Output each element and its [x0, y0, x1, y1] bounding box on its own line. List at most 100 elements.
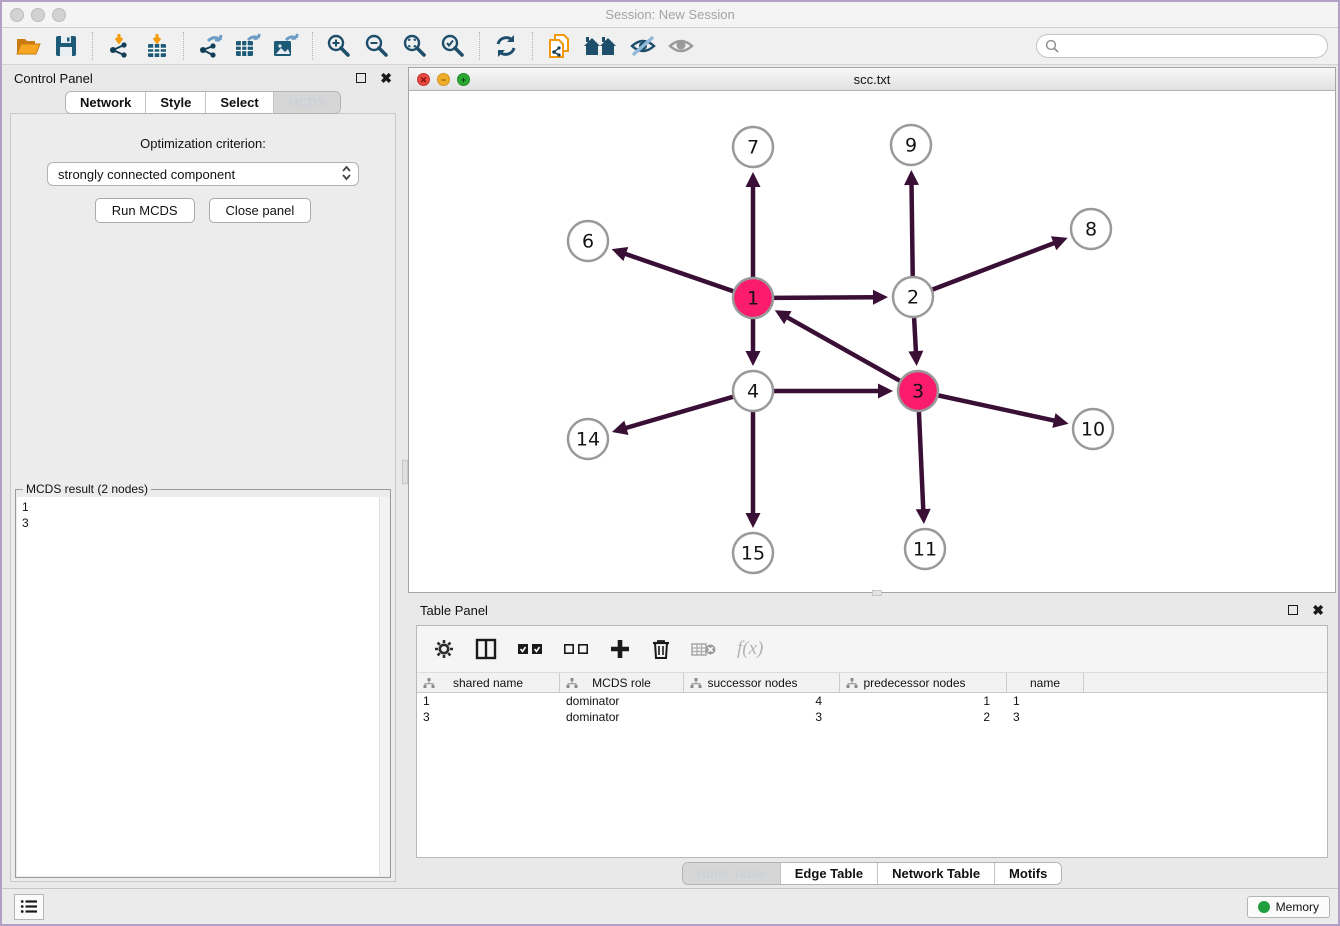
column-header-shared-name[interactable]: shared name	[417, 673, 560, 692]
tab-mcds[interactable]: MCDS	[273, 92, 340, 113]
table-cell[interactable]: 3	[1007, 709, 1084, 725]
graph-node-2[interactable]: 2	[893, 277, 933, 317]
export-image-icon[interactable]	[270, 31, 302, 61]
table-panel-close-icon[interactable]: ✖	[1312, 605, 1324, 615]
delete-column-icon[interactable]	[651, 638, 671, 660]
graph-edge-1-2[interactable]	[773, 290, 888, 305]
horizontal-splitter-handle[interactable]	[872, 590, 882, 596]
export-network-icon[interactable]	[194, 31, 226, 61]
graph-edge-1-7[interactable]	[746, 172, 761, 278]
search-input[interactable]	[1064, 39, 1319, 54]
graph-edge-3-10[interactable]	[938, 395, 1069, 428]
close-panel-button[interactable]: Close panel	[209, 198, 312, 223]
network-maximize-button[interactable]: +	[457, 73, 470, 86]
control-panel-close-icon[interactable]: ✖	[380, 73, 392, 83]
table-row[interactable]: 3dominator323	[417, 709, 1327, 725]
memory-button[interactable]: Memory	[1247, 896, 1330, 918]
graph-node-15[interactable]: 15	[733, 533, 773, 573]
delete-table-icon[interactable]	[691, 640, 717, 658]
column-header-MCDS-role[interactable]: MCDS role	[560, 673, 684, 692]
first-neighbors-icon[interactable]	[581, 31, 621, 61]
graph-node-8[interactable]: 8	[1071, 209, 1111, 249]
zoom-in-icon[interactable]	[323, 31, 355, 61]
add-column-icon[interactable]	[609, 638, 631, 660]
panel-splitter-handle[interactable]	[402, 460, 408, 484]
tab-motifs[interactable]: Motifs	[994, 863, 1061, 884]
column-header-predecessor-nodes[interactable]: predecessor nodes	[840, 673, 1007, 692]
table-cell[interactable]: dominator	[560, 693, 684, 709]
table-cell[interactable]: dominator	[560, 709, 684, 725]
table-cell[interactable]: 1	[1007, 693, 1084, 709]
control-panel-float-icon[interactable]	[356, 73, 366, 83]
zoom-fit-icon[interactable]	[399, 31, 431, 61]
tab-style[interactable]: Style	[145, 92, 205, 113]
graph-node-9[interactable]: 9	[891, 125, 931, 165]
graph-edge-2-9[interactable]	[904, 170, 919, 277]
graph-node-11[interactable]: 11	[905, 529, 945, 569]
svg-text:4: 4	[747, 381, 759, 403]
tab-node-table[interactable]: Node Table	[683, 863, 780, 884]
criterion-select[interactable]: strongly connected component	[47, 162, 359, 186]
table-cell[interactable]: 3	[417, 709, 560, 725]
table-cell[interactable]: 3	[684, 709, 840, 725]
graph-edge-3-11[interactable]	[916, 411, 931, 524]
hierarchy-icon	[846, 678, 858, 692]
result-scrollbar[interactable]	[379, 497, 389, 876]
task-history-button[interactable]	[14, 894, 44, 920]
window-zoom-button[interactable]	[52, 8, 66, 22]
table-cell[interactable]: 4	[684, 693, 840, 709]
graph-node-4[interactable]: 4	[733, 371, 773, 411]
network-canvas[interactable]: 7 9 6 8 1 2 4 3 14 10 15 11	[409, 91, 1335, 592]
graph-edge-2-3[interactable]	[908, 317, 923, 366]
select-all-columns-icon[interactable]	[517, 642, 543, 656]
split-view-icon[interactable]	[475, 638, 497, 660]
table-row[interactable]: 1dominator411	[417, 693, 1327, 709]
graph-node-1[interactable]: 1	[733, 278, 773, 318]
function-builder-icon[interactable]: f(x)	[737, 638, 763, 660]
table-cell[interactable]: 1	[417, 693, 560, 709]
network-minimize-button[interactable]: −	[437, 73, 450, 86]
network-window-titlebar[interactable]: ✕ − + scc.txt	[409, 68, 1335, 91]
apply-layout-icon[interactable]	[490, 31, 522, 61]
duplicate-network-icon[interactable]	[543, 31, 575, 61]
graph-edge-3-1[interactable]	[775, 310, 901, 381]
column-header-successor-nodes[interactable]: successor nodes	[684, 673, 840, 692]
zoom-out-icon[interactable]	[361, 31, 393, 61]
control-panel-tabs: NetworkStyleSelectMCDS	[65, 91, 341, 114]
table-cell[interactable]: 1	[840, 693, 1007, 709]
graph-node-14[interactable]: 14	[568, 419, 608, 459]
hide-selected-icon[interactable]	[627, 31, 659, 61]
tab-network[interactable]: Network	[66, 92, 145, 113]
graph-node-3[interactable]: 3	[898, 371, 938, 411]
graph-edge-4-15[interactable]	[746, 411, 761, 528]
settings-gear-icon[interactable]	[433, 638, 455, 660]
import-network-icon[interactable]	[103, 31, 135, 61]
tab-edge-table[interactable]: Edge Table	[780, 863, 877, 884]
tab-select[interactable]: Select	[205, 92, 272, 113]
import-table-icon[interactable]	[141, 31, 173, 61]
graph-node-7[interactable]: 7	[733, 127, 773, 167]
tab-network-table[interactable]: Network Table	[877, 863, 994, 884]
export-table-icon[interactable]	[232, 31, 264, 61]
graph-node-10[interactable]: 10	[1073, 409, 1113, 449]
table-cell[interactable]: 2	[840, 709, 1007, 725]
deselect-all-columns-icon[interactable]	[563, 642, 589, 656]
save-session-icon[interactable]	[50, 31, 82, 61]
window-minimize-button[interactable]	[31, 8, 45, 22]
zoom-selected-icon[interactable]	[437, 31, 469, 61]
column-header-name[interactable]: name	[1007, 673, 1084, 692]
run-mcds-button[interactable]: Run MCDS	[95, 198, 195, 223]
graph-edge-2-8[interactable]	[932, 236, 1068, 290]
table-panel-float-icon[interactable]	[1288, 605, 1298, 615]
graph-node-6[interactable]: 6	[568, 221, 608, 261]
memory-label: Memory	[1276, 900, 1319, 914]
open-file-icon[interactable]	[12, 31, 44, 61]
window-close-button[interactable]	[10, 8, 24, 22]
network-close-button[interactable]: ✕	[417, 73, 430, 86]
show-all-icon[interactable]	[665, 31, 697, 61]
svg-text:11: 11	[913, 539, 937, 561]
graph-edge-1-6[interactable]	[612, 247, 734, 291]
graph-edge-4-3[interactable]	[773, 384, 893, 399]
graph-edge-1-4[interactable]	[746, 318, 761, 366]
graph-edge-4-14[interactable]	[612, 397, 734, 435]
